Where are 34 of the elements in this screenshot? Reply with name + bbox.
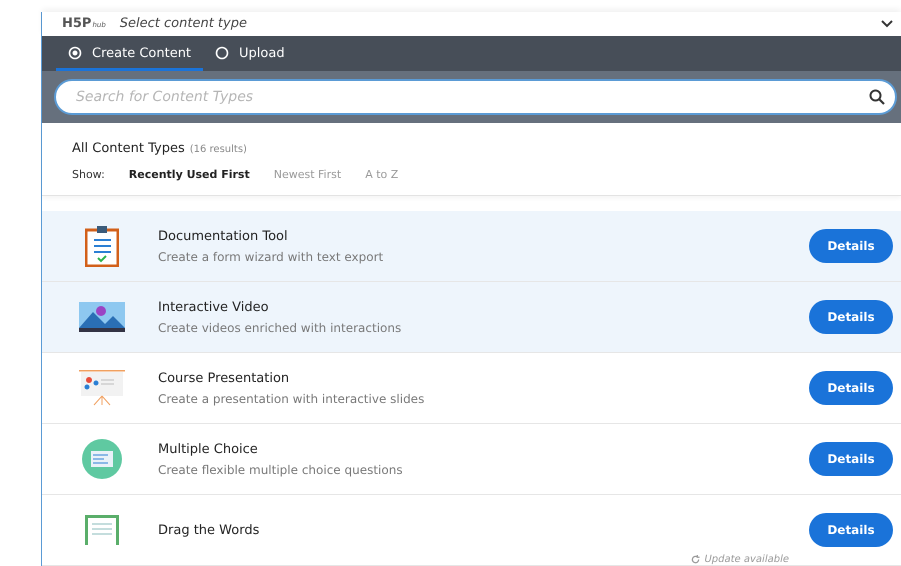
- content-type-description: Create a presentation with interactive slides: [158, 392, 426, 406]
- radio-icon: [215, 46, 230, 60]
- details-button[interactable]: Details: [809, 442, 893, 476]
- content-type-row[interactable]: Documentation Tool Create a form wizard with text export Details: [42, 211, 901, 282]
- document-icon: [85, 515, 119, 545]
- video-icon: [79, 302, 125, 332]
- content-type-title: Documentation Tool: [158, 228, 289, 244]
- content-type-title: Drag the Words: [158, 522, 260, 538]
- radio-icon: [68, 46, 82, 60]
- details-button[interactable]: Details: [809, 229, 893, 263]
- details-button[interactable]: Details: [809, 371, 893, 405]
- list-title: All Content Types: [72, 141, 185, 156]
- update-text: Update available: [704, 554, 789, 565]
- refresh-icon: [691, 555, 700, 564]
- search-field[interactable]: Search for Content Types: [56, 80, 895, 113]
- sort-option[interactable]: Recently Used First: [128, 168, 250, 181]
- content-type-title: Course Presentation: [158, 370, 290, 386]
- chevron-icon[interactable]: [881, 20, 893, 28]
- presentation-icon: [78, 369, 126, 407]
- search-icon[interactable]: [869, 88, 885, 105]
- content-type-description: Create a form wizard with text export: [158, 250, 384, 264]
- tab[interactable]: Upload: [203, 36, 297, 71]
- details-button[interactable]: Details: [809, 513, 893, 547]
- result-count: (16 results): [190, 144, 247, 155]
- content-type-description: Create flexible multiple choice questions: [158, 462, 404, 476]
- details-button[interactable]: Details: [809, 300, 893, 334]
- content-type-title: Multiple Choice: [158, 442, 259, 456]
- checklist-icon: [82, 439, 122, 479]
- clipboard-icon: [85, 225, 119, 267]
- header-title: Select content type: [120, 16, 248, 32]
- content-type-description: Create videos enriched with interactions: [158, 320, 402, 334]
- content-type-title: Interactive Video: [158, 300, 270, 314]
- show-label: Show:: [72, 168, 105, 181]
- content-type-row[interactable]: Interactive Video Create videos enriched with interactions Details: [42, 282, 901, 353]
